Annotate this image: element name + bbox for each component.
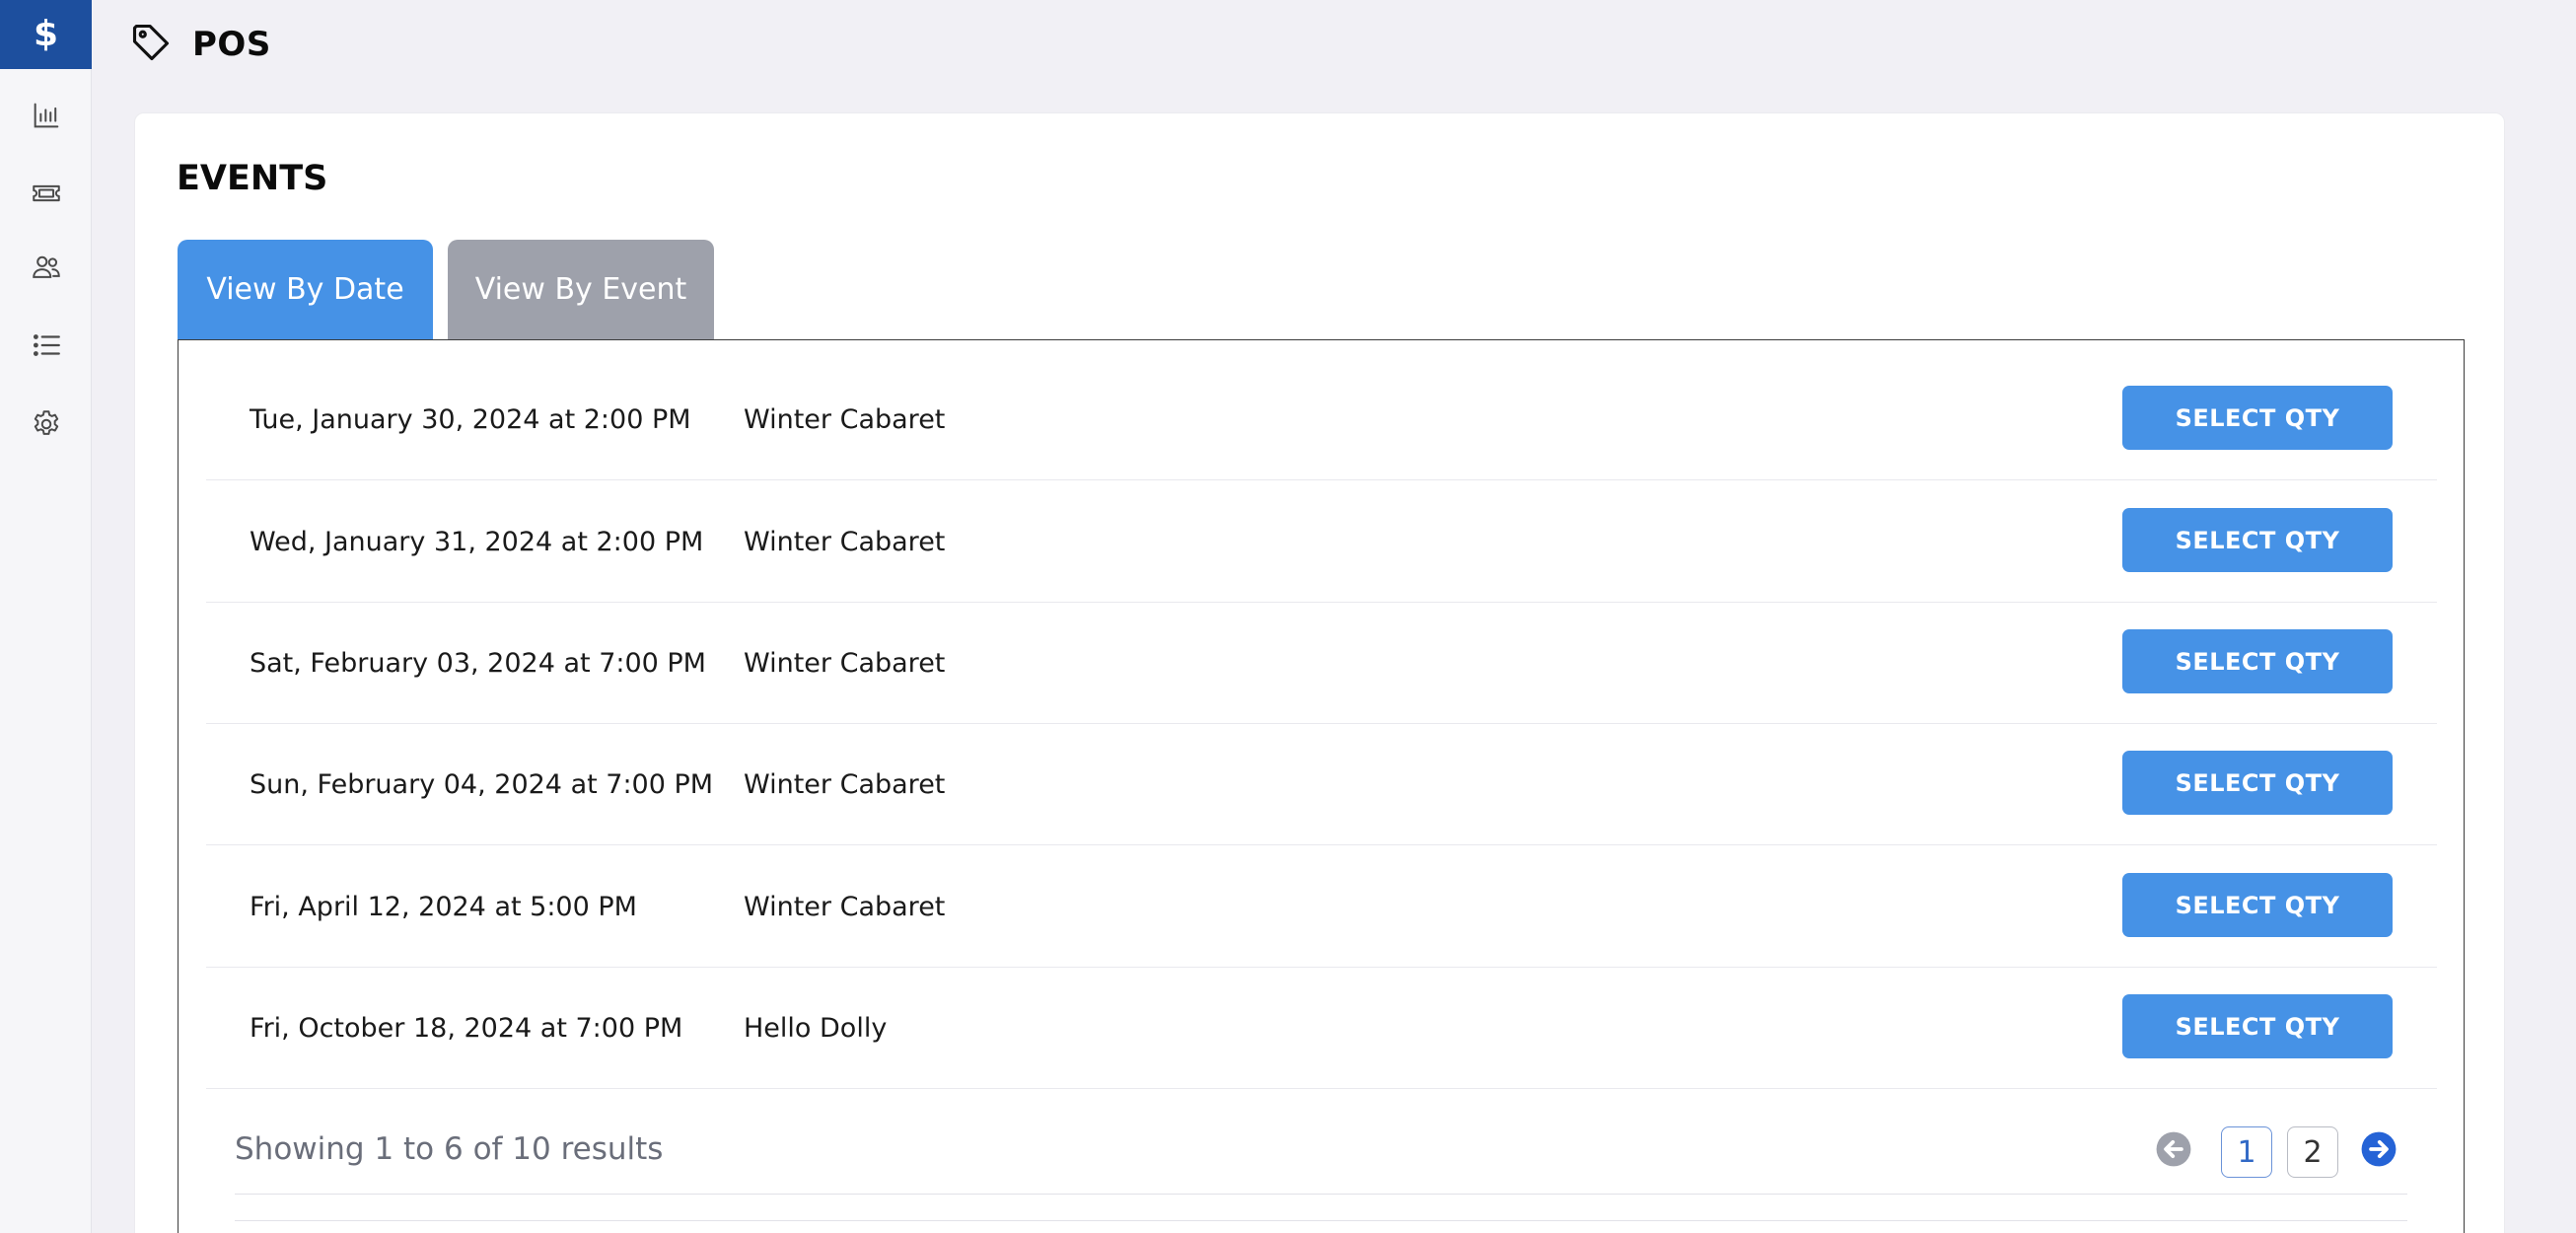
dollar-icon: $ [33, 14, 59, 54]
event-date: Wed, January 31, 2024 at 2:00 PM [250, 526, 704, 557]
section-title: EVENTS [177, 159, 328, 198]
gear-icon [30, 407, 63, 445]
list-icon [30, 328, 63, 366]
events-card: EVENTS View By Date View By Event Tue, J… [134, 112, 2505, 1233]
pagination-page-2[interactable]: 2 [2287, 1126, 2338, 1178]
sidebar-item-customers[interactable] [0, 235, 92, 304]
select-qty-button[interactable]: SELECT QTY [2122, 508, 2393, 572]
arrow-right-circle-icon [2360, 1130, 2397, 1172]
select-qty-button[interactable]: SELECT QTY [2122, 386, 2393, 450]
event-name: Winter Cabaret [744, 768, 946, 800]
sidebar-item-lists[interactable] [0, 313, 92, 382]
events-list-panel: Tue, January 30, 2024 at 2:00 PM Winter … [178, 339, 2465, 1233]
users-icon [30, 251, 63, 288]
pagination-next-button[interactable] [2359, 1126, 2398, 1176]
page-header: POS [129, 20, 271, 69]
tag-icon [129, 21, 173, 68]
ticket-icon [30, 177, 63, 214]
event-date: Fri, April 12, 2024 at 5:00 PM [250, 891, 637, 922]
event-name: Winter Cabaret [744, 891, 946, 922]
page-title: POS [192, 25, 271, 64]
event-date: Fri, October 18, 2024 at 7:00 PM [250, 1012, 683, 1044]
event-date: Tue, January 30, 2024 at 2:00 PM [250, 403, 691, 435]
event-name: Hello Dolly [744, 1012, 888, 1044]
list-item: Tue, January 30, 2024 at 2:00 PM Winter … [206, 359, 2437, 480]
tab-view-by-date[interactable]: View By Date [178, 240, 433, 339]
list-item: Wed, January 31, 2024 at 2:00 PM Winter … [206, 481, 2437, 603]
table-bottom-border [235, 1194, 2407, 1221]
pagination-prev-button[interactable] [2154, 1126, 2193, 1176]
list-item: Fri, October 18, 2024 at 7:00 PM Hello D… [206, 968, 2437, 1089]
list-item: Sat, February 03, 2024 at 7:00 PM Winter… [206, 603, 2437, 724]
select-qty-button[interactable]: SELECT QTY [2122, 751, 2393, 815]
list-item: Fri, April 12, 2024 at 5:00 PM Winter Ca… [206, 846, 2437, 968]
event-date: Sun, February 04, 2024 at 7:00 PM [250, 768, 714, 800]
sidebar-item-settings[interactable] [0, 392, 92, 461]
sidebar: $ [0, 0, 92, 1233]
sidebar-item-reports[interactable] [0, 83, 92, 152]
event-name: Winter Cabaret [744, 526, 946, 557]
tab-view-by-event[interactable]: View By Event [448, 240, 714, 339]
event-date: Sat, February 03, 2024 at 7:00 PM [250, 647, 706, 679]
select-qty-button[interactable]: SELECT QTY [2122, 994, 2393, 1058]
list-item: Sun, February 04, 2024 at 7:00 PM Winter… [206, 724, 2437, 845]
event-name: Winter Cabaret [744, 647, 946, 679]
event-name: Winter Cabaret [744, 403, 946, 435]
pagination-page-1[interactable]: 1 [2221, 1126, 2272, 1178]
bar-chart-icon [30, 99, 63, 136]
pagination-summary: Showing 1 to 6 of 10 results [235, 1131, 664, 1167]
arrow-left-circle-icon [2155, 1130, 2192, 1172]
sidebar-item-pos[interactable]: $ [0, 0, 92, 69]
select-qty-button[interactable]: SELECT QTY [2122, 873, 2393, 937]
select-qty-button[interactable]: SELECT QTY [2122, 629, 2393, 693]
sidebar-item-tickets[interactable] [0, 161, 92, 230]
